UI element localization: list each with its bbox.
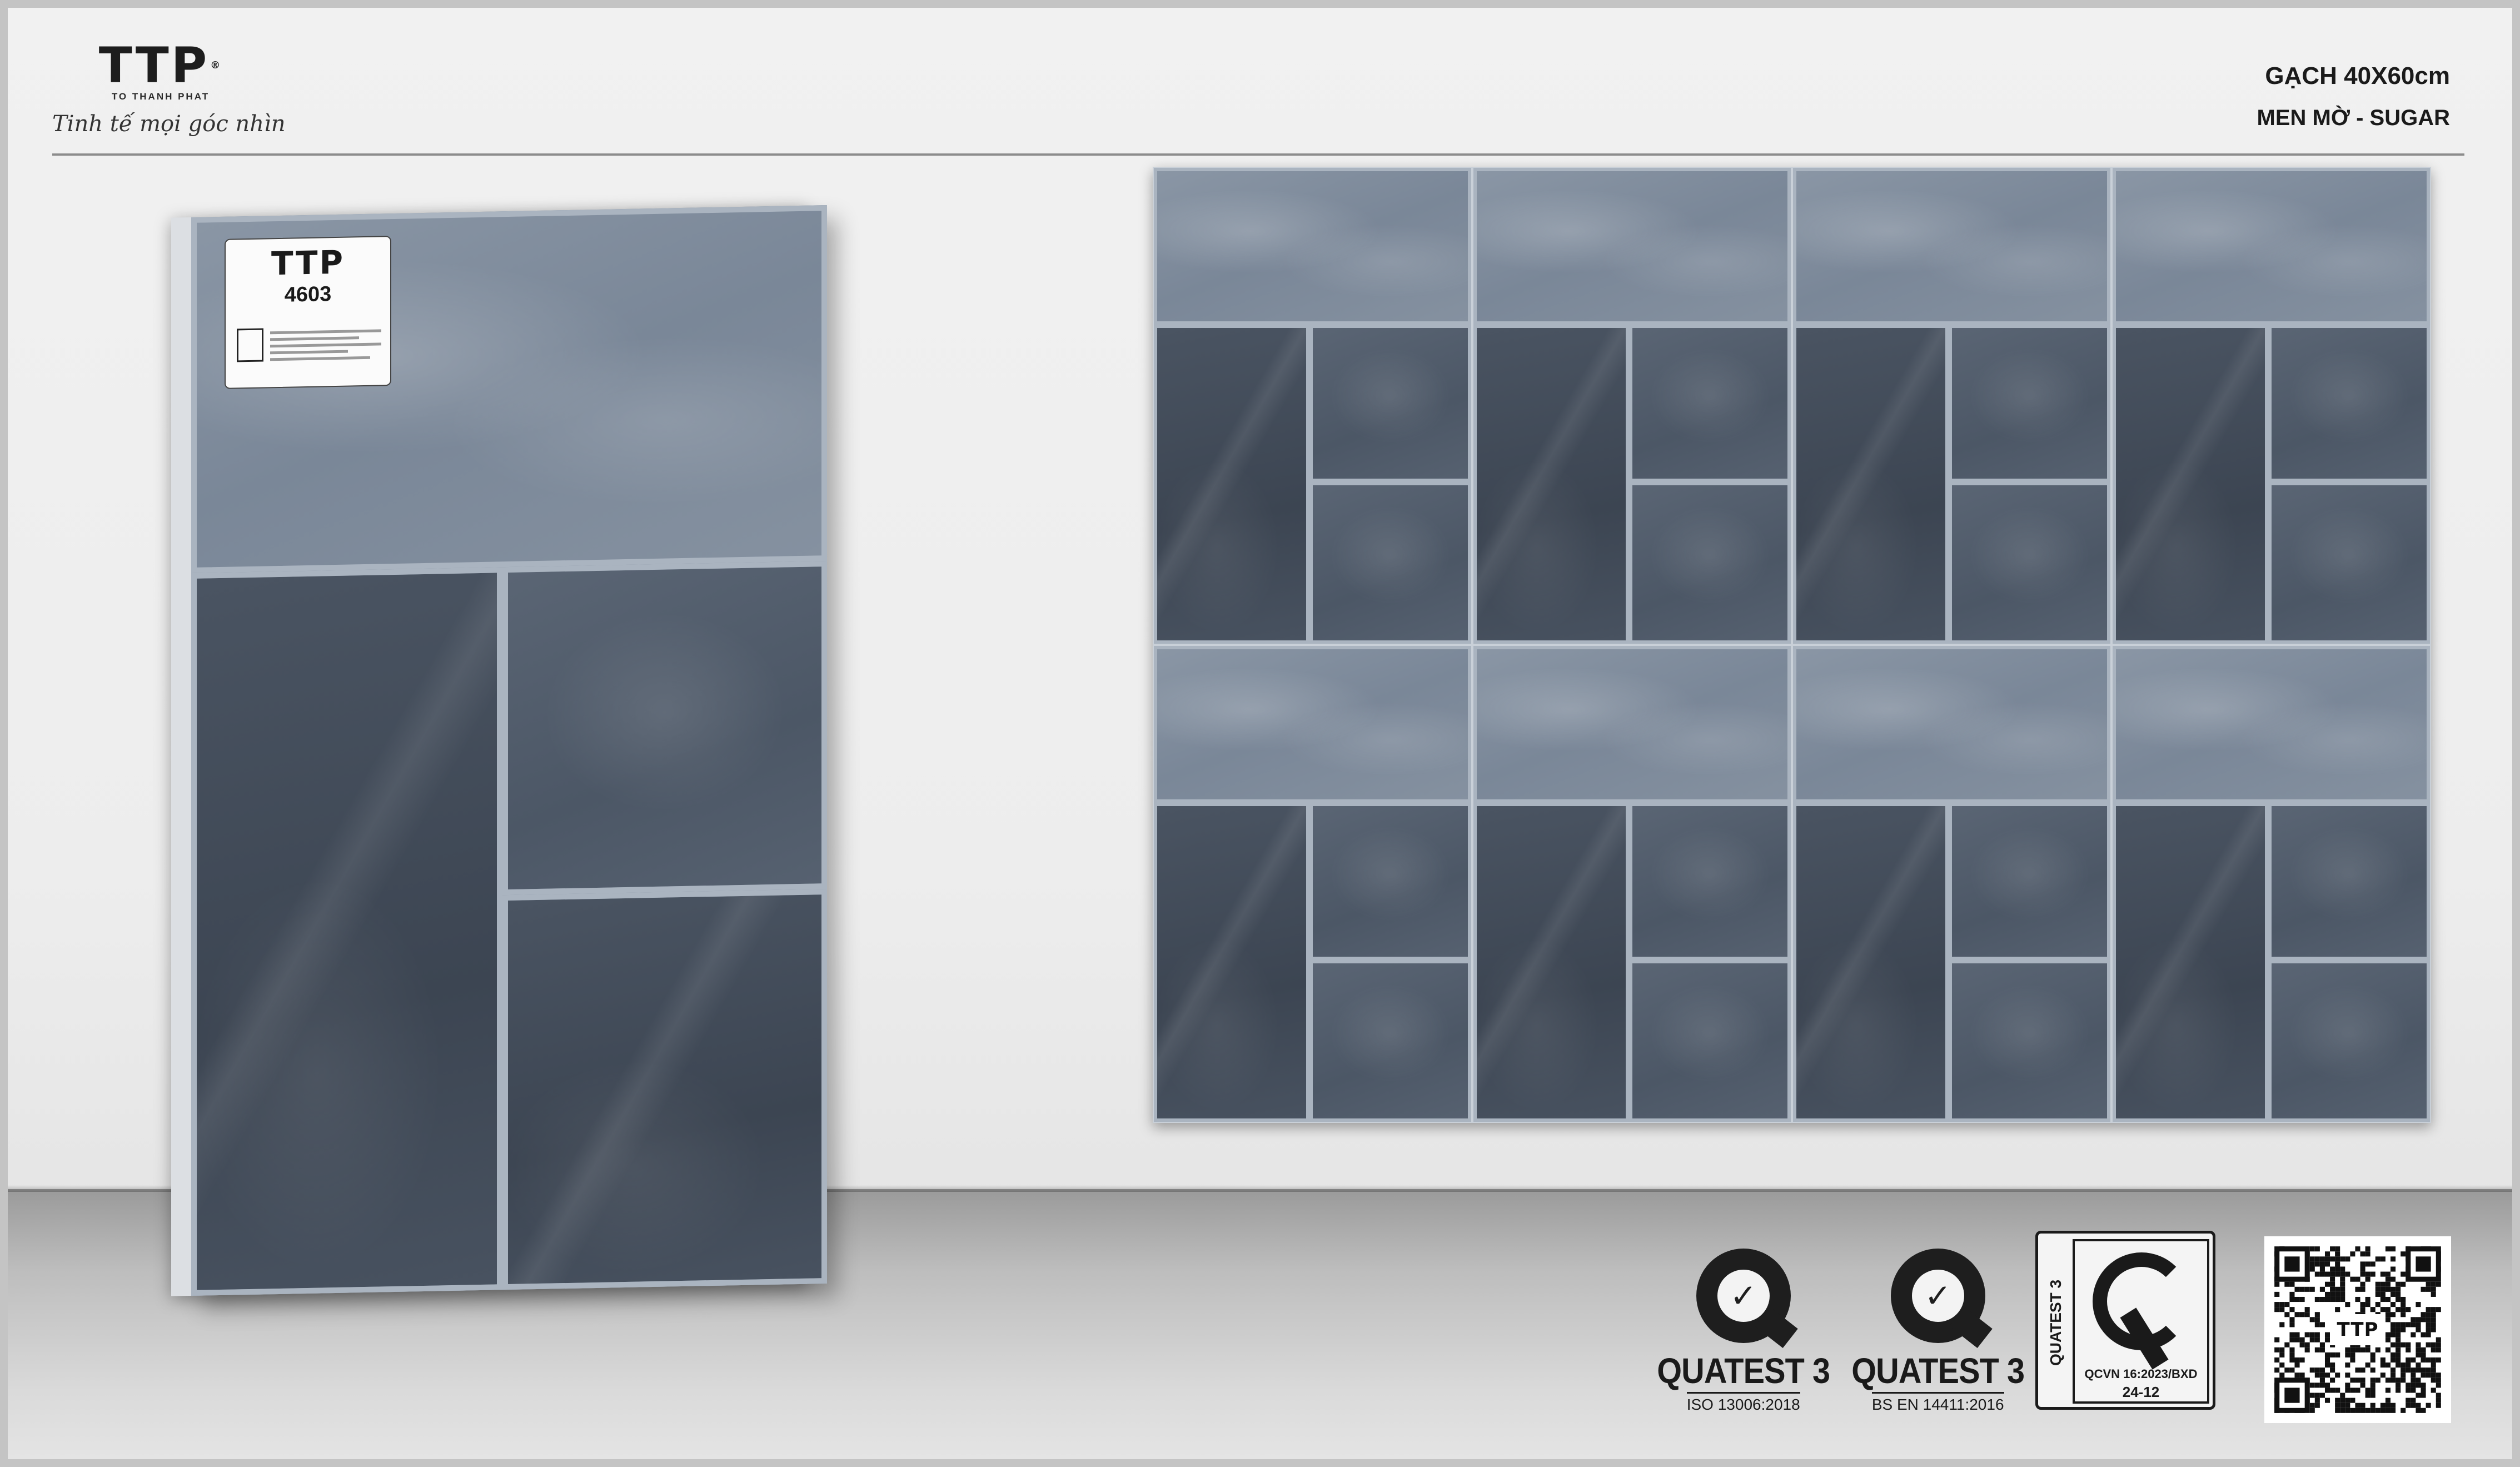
- product-label: TTP 4603: [225, 236, 391, 389]
- presentation-canvas: TTP ® TO THANH PHAT Tinh tế mọi góc nhìn …: [8, 8, 2512, 1459]
- wall-tile: [1153, 167, 1472, 645]
- qr-code[interactable]: TTP: [2264, 1236, 2451, 1423]
- cr-side-text: QUATEST 3: [2047, 1279, 2064, 1366]
- cert-quatest-bsen: ✓ QUATEST 3 BS EN 14411:2016: [1842, 1249, 2034, 1414]
- tile-stone-right-top: [502, 561, 827, 896]
- cr-standard: QCVN 16:2023/BXD: [2084, 1367, 2198, 1381]
- tile-sample-board: TTP 4603: [191, 205, 827, 1296]
- cr-conformity-mark: QUATEST 3 QCVN 16:2023/BXD 24-12: [2035, 1231, 2215, 1410]
- wall-tile: [1472, 645, 1792, 1123]
- label-cert-icon: [237, 328, 263, 362]
- brand-slogan: Tinh tế mọi góc nhìn: [52, 111, 286, 137]
- cert-name: QUATEST 3: [1851, 1351, 2025, 1391]
- quatest-icon: ✓: [1890, 1249, 1993, 1349]
- label-fine-print: [270, 329, 381, 365]
- cert-standard: BS EN 14411:2016: [1871, 1392, 2004, 1414]
- wall-tile: [1792, 167, 2111, 645]
- brand-logo-mark: TTP ®: [98, 37, 223, 94]
- wall-tile: [1153, 645, 1472, 1123]
- product-finish: MEN MỜ - SUGAR: [2257, 106, 2450, 130]
- cert-standard: ISO 13006:2018: [1686, 1392, 1800, 1414]
- wall-tile: [1792, 645, 2111, 1123]
- product-title: GẠCH 40X60cm: [2265, 62, 2450, 89]
- tile-stone-left: [191, 567, 502, 1296]
- product-code: 4603: [284, 282, 332, 307]
- qr-badge: TTP: [2330, 1314, 2385, 1345]
- cr-code: 24-12: [2122, 1384, 2160, 1400]
- cert-name: QUATEST 3: [1657, 1351, 1830, 1391]
- wall-tile: [1472, 167, 1792, 645]
- header-divider: [52, 153, 2464, 156]
- brand-logo-subtitle: TO THANH PHAT: [111, 91, 210, 102]
- tile-stone-right-bottom: [502, 889, 827, 1290]
- quatest-icon: ✓: [1696, 1249, 1798, 1349]
- tile-wall-preview: [1153, 167, 2431, 1123]
- brand-logo: TTP ® TO THANH PHAT: [97, 37, 225, 102]
- wall-tile: [2111, 167, 2431, 645]
- wall-tile: [2111, 645, 2431, 1123]
- cert-quatest-iso: ✓ QUATEST 3 ISO 13006:2018: [1647, 1249, 1839, 1414]
- label-brand: TTP: [271, 243, 345, 283]
